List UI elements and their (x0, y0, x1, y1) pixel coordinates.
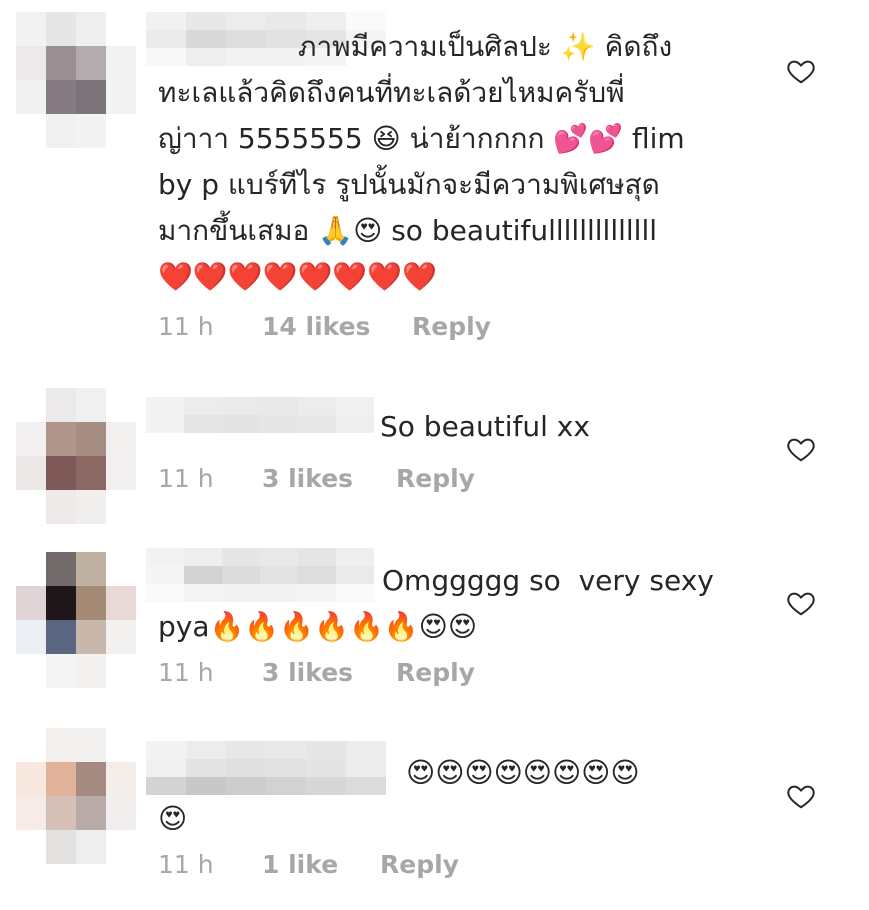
comment-text: ภาพมีความเป็นศิลปะ ✨ คิดถึง ทะเลแล้วคิดถ… (158, 30, 685, 293)
comment-time[interactable]: 11 h (158, 312, 214, 341)
comment-likes[interactable]: 3 likes (262, 658, 353, 687)
comment-likes[interactable]: 1 like (262, 850, 338, 879)
heart-outline-icon[interactable] (786, 434, 816, 464)
comment-text: So beautiful xx (380, 410, 590, 443)
heart-outline-icon[interactable] (786, 588, 816, 618)
comment-text: 😍😍😍😍😍😍😍😍 😍 (158, 756, 640, 835)
avatar[interactable] (16, 12, 136, 148)
avatar[interactable] (16, 728, 136, 864)
comment-likes[interactable]: 3 likes (262, 464, 353, 493)
comment-likes[interactable]: 14 likes (262, 312, 370, 341)
heart-outline-icon[interactable] (786, 781, 816, 811)
comment-text: Omggggg so very sexy pya🔥🔥🔥🔥🔥🔥😍😍 (158, 564, 714, 643)
comment-time[interactable]: 11 h (158, 464, 214, 493)
avatar[interactable] (16, 388, 136, 524)
username-blurred[interactable] (146, 397, 374, 433)
avatar[interactable] (16, 552, 136, 688)
reply-button[interactable]: Reply (396, 464, 475, 493)
reply-button[interactable]: Reply (412, 312, 491, 341)
reply-button[interactable]: Reply (380, 850, 459, 879)
heart-outline-icon[interactable] (786, 56, 816, 86)
reply-button[interactable]: Reply (396, 658, 475, 687)
comment-time[interactable]: 11 h (158, 850, 214, 879)
comment-time[interactable]: 11 h (158, 658, 214, 687)
